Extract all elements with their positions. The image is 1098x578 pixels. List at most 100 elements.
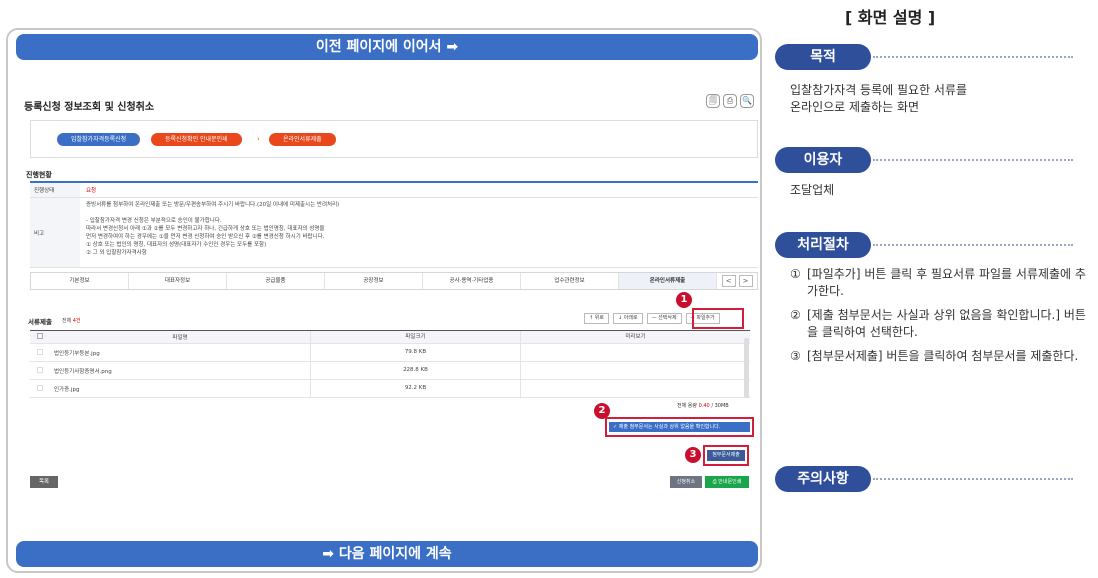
callout-badge-2: 2: [594, 403, 610, 419]
user-text: 조달업체: [790, 183, 835, 197]
document-icon[interactable]: 🗐: [706, 94, 720, 108]
col-filename: 파일명: [172, 335, 188, 341]
tab-basic-info[interactable]: 기본정보: [31, 273, 129, 289]
procedure-label: 처리절차: [775, 232, 871, 258]
chevron-right-icon: ›: [257, 135, 260, 143]
file-preview: [520, 362, 750, 379]
file-name[interactable]: 법인등기사항증명서.png: [50, 367, 310, 375]
chevron-left-icon[interactable]: <: [721, 275, 736, 287]
procedure-step: ② [제출 첨부문서는 사실과 상위 없음을 확인합니다.] 버튼을 클릭하여 …: [790, 307, 1090, 341]
zoom-icon[interactable]: 🔍: [740, 94, 754, 108]
table-row: 법인등기사항증명서.png 228.8 KB: [30, 362, 750, 380]
app-page: 등록신청 정보조회 및 신청취소 🗐 ⎙ 🔍 입찰참가자격등록신청 › 등록신청…: [24, 94, 760, 494]
docs-count-value: 4건: [72, 318, 81, 324]
file-size: 228.8 KB: [310, 362, 520, 379]
submit-docs-button[interactable]: 첨부문서제출: [707, 450, 745, 461]
tab-business-types[interactable]: 공사·용역·기타업종: [423, 273, 521, 289]
file-preview: [520, 344, 750, 361]
page-title: 등록신청 정보조회 및 신청취소: [24, 102, 155, 113]
highlight-add-file: [692, 308, 744, 329]
step-online-submit[interactable]: 온라인서류제출: [269, 133, 336, 146]
file-name[interactable]: 법인등기부등본.jpg: [50, 349, 310, 357]
purpose-line: 입찰참가자격 등록에 필요한 서류를: [790, 83, 968, 97]
capacity-info: 전체 용량 0.40 / 30MB: [677, 402, 729, 409]
callout-badge-1: 1: [676, 292, 692, 308]
status-table: 진행상태 요청 비고 증빙서류를 첨부하여 온라인제출 또는 방문/우편송부하여…: [30, 181, 758, 268]
file-table: 파일명 파일크기 미리보기 법인등기부등본.jpg 79.8 KB 법인등기사항…: [30, 330, 750, 398]
title-icons: 🗐 ⎙ 🔍: [706, 94, 754, 108]
note-line: 증빙서류를 첨부하여 온라인제출 또는 방문/우편송부하여 주시기 바랍니다.(…: [86, 202, 340, 208]
step-text: [첨부문서제출] 버튼을 클릭하여 첨부문서를 제출한다.: [807, 349, 1079, 363]
chevron-right-icon: ›: [137, 135, 140, 143]
select-all-checkbox[interactable]: [37, 333, 43, 339]
chevron-right-icon[interactable]: >: [738, 275, 753, 287]
file-size: 92.2 KB: [310, 380, 520, 397]
tab-industry-info[interactable]: 업수관련정보: [521, 273, 619, 289]
purpose-label: 목적: [775, 44, 871, 70]
procedure-steps: ① [파일추가] 버튼 클릭 후 필요서류 파일를 서류제출에 추가한다. ② …: [790, 266, 1090, 372]
note-label: 비고: [30, 198, 80, 267]
continue-banner: ➡ 다음 페이지에 계속: [16, 541, 758, 567]
step-number: ②: [790, 308, 801, 322]
docs-title: 서류제출: [28, 318, 52, 326]
step-confirm-print[interactable]: 등록신청확인 안내문인쇄: [151, 133, 242, 146]
state-value: 요청: [86, 188, 97, 194]
tab-online-submit[interactable]: 온라인서류제출: [619, 273, 717, 289]
step-number: ③: [790, 349, 801, 363]
capacity-label: 전체 용량: [677, 403, 697, 409]
step-number: ①: [790, 267, 801, 281]
table-row: 인가증.jpg 92.2 KB: [30, 380, 750, 398]
purpose-text: 입찰참가자격 등록에 필요한 서류를 온라인으로 제출하는 화면: [790, 82, 967, 116]
user-label: 이용자: [775, 147, 871, 173]
file-name[interactable]: 인가증.jpg: [50, 385, 310, 393]
state-label: 진행상태: [30, 183, 80, 197]
tab-factory[interactable]: 공장정보: [325, 273, 423, 289]
divider: [873, 244, 1073, 246]
divider: [873, 478, 1073, 480]
cancel-application-button[interactable]: 신청취소: [670, 476, 702, 488]
list-button[interactable]: 목록: [30, 476, 58, 488]
process-steps: 입찰참가자격등록신청 › 등록신청확인 안내문인쇄 › 온라인서류제출: [30, 120, 758, 158]
file-size: 79.8 KB: [310, 344, 520, 361]
print-icon[interactable]: ⎙: [723, 94, 737, 108]
tab-nav: < >: [717, 273, 757, 289]
callout-badge-3: 3: [685, 447, 701, 463]
col-filesize: 파일크기: [310, 331, 520, 343]
status-row: 진행상태 요청: [30, 183, 758, 198]
note-line: 따라서 변경신청서 아래 ①과 ②를 모두 변경하고자 하나, 긴급하게 상호 …: [86, 226, 325, 232]
file-table-scrollbar[interactable]: [744, 338, 749, 398]
note-line: - 입찰참가자격 변경 신청은 부분적으로 승인이 불가합니다.: [86, 218, 222, 224]
tab-bar: 기본정보 대표자정보 공급물품 공장정보 공사·용역·기타업종 업수관련정보 온…: [30, 272, 758, 290]
note-line: ② 그 외 입찰참가자격사항: [86, 250, 147, 256]
row-checkbox[interactable]: [37, 366, 43, 373]
step-text: [파일추가] 버튼 클릭 후 필요서류 파일를 서류제출에 추가한다.: [807, 267, 1086, 298]
confirm-checkbox-button[interactable]: ✓ 제출 첨부문서는 사실과 상위 없음을 확인합니다.: [609, 422, 750, 432]
row-checkbox[interactable]: [37, 384, 43, 391]
capacity-used: 0.40: [698, 403, 710, 409]
divider: [873, 159, 1073, 161]
file-preview: [520, 380, 750, 397]
purpose-line: 온라인으로 제출하는 화면: [790, 100, 920, 114]
print-guide-button[interactable]: ⎙ 안내문인쇄: [705, 476, 749, 488]
tab-representative[interactable]: 대표자정보: [129, 273, 227, 289]
caution-label: 주의사항: [775, 466, 871, 492]
step-registration[interactable]: 입찰참가자격등록신청: [57, 133, 141, 146]
note-line: 먼저 변경하여야 하는 경우에는 ①을 먼저 변경 신청하여 승인 받으신 후 …: [86, 234, 325, 240]
note-row: 비고 증빙서류를 첨부하여 온라인제출 또는 방문/우편송부하여 주시기 바랍니…: [30, 198, 758, 268]
note-line: [86, 209, 752, 217]
row-checkbox[interactable]: [37, 348, 43, 355]
continued-banner: 이전 페이지에 이어서 ➡: [16, 34, 758, 60]
capacity-total: / 30MB: [709, 403, 729, 409]
docs-count-label: 전체: [62, 318, 72, 324]
note-text: 증빙서류를 첨부하여 온라인제출 또는 방문/우편송부하여 주시기 바랍니다.(…: [80, 198, 758, 267]
file-table-header: 파일명 파일크기 미리보기: [30, 331, 750, 344]
docs-count: 전체 4건: [62, 317, 81, 324]
note-line: ① 상호 또는 법인의 명칭, 대표자의 성명(대표자가 수인인 경우는 모두를…: [86, 242, 267, 248]
divider: [873, 56, 1073, 58]
step-text: [제출 첨부문서는 사실과 상위 없음을 확인합니다.] 버튼을 클릭하여 선택…: [807, 308, 1086, 339]
tab-supply-goods[interactable]: 공급물품: [227, 273, 325, 289]
procedure-step: ① [파일추가] 버튼 클릭 후 필요서류 파일를 서류제출에 추가한다.: [790, 266, 1090, 300]
table-row: 법인등기부등본.jpg 79.8 KB: [30, 344, 750, 362]
procedure-step: ③ [첨부문서제출] 버튼을 클릭하여 첨부문서를 제출한다.: [790, 348, 1090, 365]
screen-frame: 이전 페이지에 이어서 ➡ 등록신청 정보조회 및 신청취소 🗐 ⎙ 🔍 입찰참…: [6, 28, 762, 573]
